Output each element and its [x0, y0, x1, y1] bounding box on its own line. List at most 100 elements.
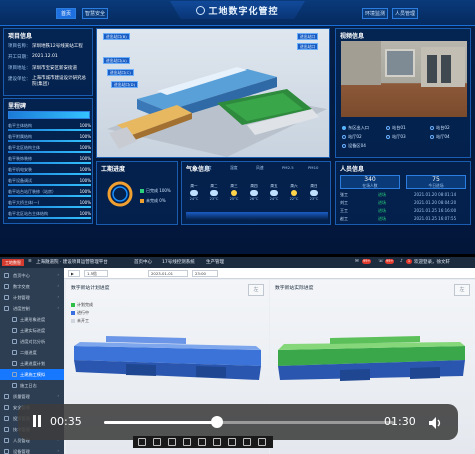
sidebar-item[interactable]: 土建形象进度 — [0, 314, 64, 325]
milestone-track — [8, 162, 91, 164]
bell-icon[interactable]: ♪ — [400, 259, 403, 264]
camera-option[interactable]: 站厅02 — [342, 134, 362, 140]
sidebar-item[interactable]: 数字交底 › — [0, 281, 64, 292]
site-3d-model-view[interactable]: 进出站口(B) 进出站口(A) 进出站口(C) 进出站口(D) 进出站口 进出站… — [96, 28, 330, 158]
entrance-tag-c[interactable]: 进出站口(C) — [107, 69, 134, 76]
sidebar-item[interactable]: 二维进度 — [0, 347, 64, 358]
weather-day: 周五 24°C — [266, 184, 282, 201]
breadcrumb-production[interactable]: 生产管理 — [206, 259, 224, 265]
current-time: 00:35 — [50, 415, 82, 428]
fullscreen-icon[interactable] — [258, 438, 266, 446]
camera-option[interactable]: 东区出入口 — [342, 125, 369, 131]
breadcrumb-home[interactable]: 首页中心 — [134, 259, 152, 265]
menu-item-icon — [12, 383, 17, 388]
notification-badge: 99+ — [362, 259, 372, 264]
app-logo[interactable]: 工地数智 — [2, 259, 24, 266]
sidebar-item[interactable]: 质量管理 › — [0, 391, 64, 402]
milestone-value: 100% — [79, 200, 91, 205]
nav-safety-button[interactable]: 智慧安全 — [82, 8, 108, 19]
sidebar-item[interactable]: 首页中心 › — [0, 270, 64, 281]
pause-icon[interactable] — [32, 414, 42, 428]
milestone-row: 临平北区结构主体 100% — [8, 145, 91, 153]
volume-icon[interactable] — [428, 415, 444, 429]
sidebar-item[interactable]: 设备管理 › — [0, 446, 64, 454]
nav-personnel-button[interactable]: 人员管理 — [392, 8, 418, 19]
camera-video-feed[interactable] — [341, 41, 467, 117]
sidebar-item-label: 数字交底 — [13, 284, 30, 289]
onsite-count-card: 340 在场人数 — [340, 175, 400, 189]
camera-option-label: 站厅03 — [392, 134, 406, 139]
video-progress-track[interactable] — [104, 421, 394, 424]
sidebar-item[interactable]: 施工日志 — [0, 380, 64, 391]
settings-icon[interactable] — [243, 438, 251, 446]
project-name-value: 深圳地铁12号线某站工程 — [32, 44, 83, 49]
radio-icon — [342, 143, 346, 148]
weather-metric: PM2.5 — [282, 165, 294, 170]
overall-progress-fill — [9, 112, 89, 118]
breadcrumb-platform[interactable]: 上海隧道院 · 建设项目运营管理平台 — [36, 259, 108, 265]
camera-panel: 视频信息 东区出入口 站台01 站台02 站厅02 站厅03 站厅04 设备区04 — [335, 28, 471, 158]
menu-item-icon — [4, 405, 9, 410]
weather-trend-band — [186, 212, 328, 220]
speed-select[interactable]: 1.5倍 — [84, 270, 108, 277]
entrance-tag-d[interactable]: 进出站口(D) — [111, 81, 139, 88]
weather-day-label: 周一 — [190, 184, 198, 188]
personnel-name: 张工 — [340, 192, 348, 197]
menu-item-icon — [12, 361, 17, 366]
chevron-icon: › — [57, 393, 59, 398]
nav-environment-button[interactable]: 环境监测 — [362, 8, 388, 19]
radio-icon — [386, 125, 390, 130]
station-model-graphic — [107, 67, 327, 157]
camera-option[interactable]: 站台01 — [386, 125, 406, 131]
time-input[interactable]: 23:00 — [192, 270, 218, 277]
sidebar-item[interactable]: 进度对比分析 — [0, 336, 64, 347]
pin-icon[interactable] — [153, 438, 161, 446]
video-controls: 00:35 01:30 — [18, 404, 458, 440]
owner-label: 建设单位： — [8, 77, 31, 82]
camera-option-label: 设备区04 — [348, 143, 366, 148]
sidebar-item[interactable]: 进度控制 › — [0, 303, 64, 314]
explode-icon[interactable] — [213, 438, 221, 446]
home-icon[interactable] — [138, 438, 146, 446]
select-icon[interactable] — [168, 438, 176, 446]
milestone-value: 100% — [79, 178, 91, 183]
weather-temp: 22°C — [289, 197, 299, 201]
notification-icon[interactable]: ✉ — [355, 259, 359, 264]
breadcrumb-line[interactable]: 17号线控测系统 — [162, 259, 195, 265]
message-icon[interactable]: ☏ — [378, 259, 384, 264]
personnel-status: 进场 — [378, 216, 386, 221]
layers-icon[interactable] — [228, 438, 236, 446]
section-icon[interactable] — [198, 438, 206, 446]
play-icon[interactable]: ▶ — [68, 270, 80, 277]
camera-option[interactable]: 站厅04 — [430, 134, 450, 140]
milestone-track — [8, 140, 91, 142]
cloud-icon — [310, 190, 318, 196]
measure-icon[interactable] — [183, 438, 191, 446]
sidebar-item[interactable]: 计划管理 › — [0, 292, 64, 303]
sidebar-item[interactable]: 土建进度计划 — [0, 358, 64, 369]
date-input[interactable]: 2023-01-01 — [148, 270, 188, 277]
sun-icon — [231, 190, 237, 196]
milestone-value: 100% — [79, 145, 91, 150]
entrance-tag-right-1[interactable]: 进出站口 — [297, 33, 319, 40]
schedule-donut-chart — [107, 181, 133, 207]
sidebar-item[interactable]: 土建实际进度 — [0, 325, 64, 336]
entrance-tag-b[interactable]: 进出站口(B) — [103, 33, 130, 40]
entrance-tag-right-2[interactable]: 进出站口 — [297, 43, 319, 50]
entrance-tag-a[interactable]: 进出站口(A) — [103, 57, 130, 64]
menu-item-icon — [12, 372, 17, 377]
personnel-status: 进场 — [378, 192, 386, 197]
video-progress-knob[interactable] — [211, 416, 224, 428]
user-greeting[interactable]: 欢迎登录，徐文轩 — [414, 259, 450, 265]
dashboard-title: 工地数字化管控 — [170, 1, 305, 19]
menu-toggle-icon[interactable]: ≡ — [28, 259, 32, 264]
camera-option[interactable]: 站厅03 — [386, 134, 406, 140]
menu-item-icon — [4, 394, 9, 399]
milestone-fill — [8, 173, 91, 175]
sidebar-item-label: 土建形象进度 — [20, 317, 46, 322]
camera-option[interactable]: 设备区04 — [342, 143, 366, 149]
milestone-value: 100% — [79, 189, 91, 194]
camera-option[interactable]: 站台02 — [430, 125, 450, 131]
nav-home-button[interactable]: 首页 — [56, 8, 76, 19]
sidebar-item[interactable]: 土建施工模拟 — [0, 369, 64, 380]
